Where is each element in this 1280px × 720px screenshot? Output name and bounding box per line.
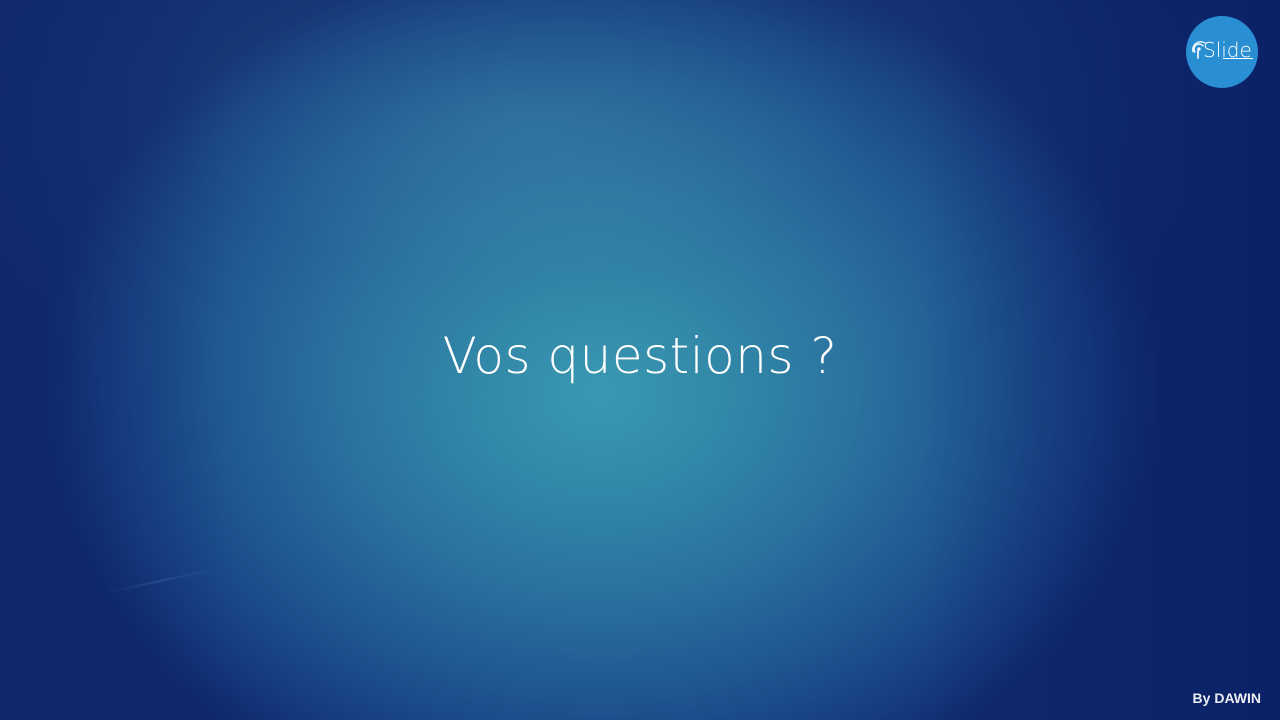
islide-logo-underline [1223, 58, 1253, 59]
footer-credit: By DAWIN [1192, 690, 1261, 706]
light-streak-decoration [101, 567, 219, 595]
islide-logo: Slide [1186, 16, 1258, 88]
slide: Slide Vos questions ? By DAWIN [0, 0, 1280, 720]
slide-title: Vos questions ? [442, 327, 838, 385]
